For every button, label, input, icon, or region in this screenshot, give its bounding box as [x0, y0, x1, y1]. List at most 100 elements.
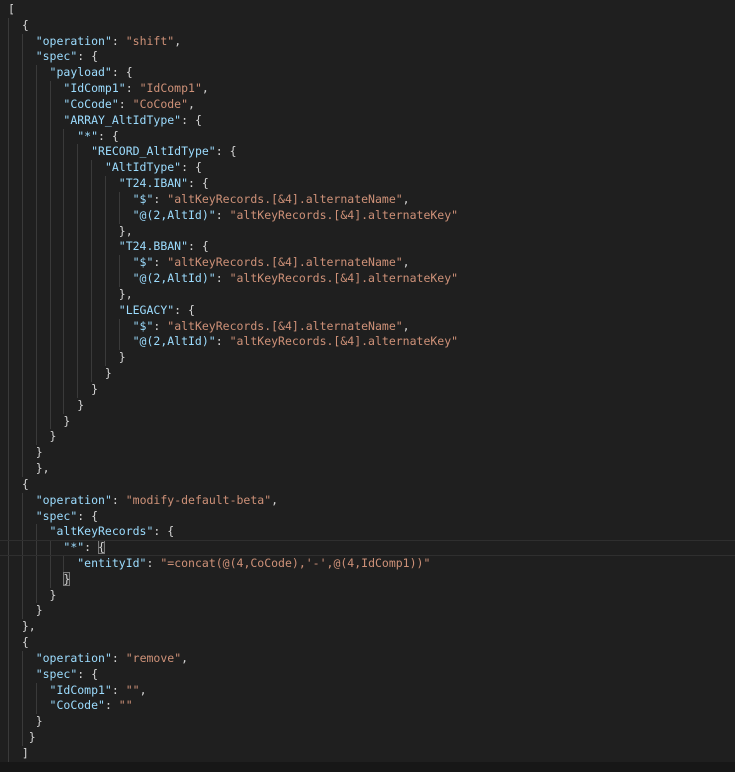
editor[interactable]: [ { "operation": "shift", "spec": { "pay…: [0, 0, 735, 762]
json-punctuation: :: [153, 192, 167, 206]
code-line[interactable]: }: [8, 445, 735, 461]
json-string: "altKeyRecords.[&4].alternateName": [167, 255, 402, 269]
code-line[interactable]: "@(2,AltId)": "altKeyRecords.[&4].altern…: [8, 208, 735, 224]
json-string: "modify-default-beta": [126, 493, 271, 507]
json-punctuation: :: [153, 255, 167, 269]
json-punctuation: : {: [181, 160, 202, 174]
code-line[interactable]: "AltIdType": {: [8, 160, 735, 176]
code-line[interactable]: "operation": "remove",: [8, 651, 735, 667]
json-key: "LEGACY": [119, 303, 174, 317]
code-line[interactable]: "operation": "modify-default-beta",: [8, 493, 735, 509]
code-line[interactable]: "LEGACY": {: [8, 303, 735, 319]
code-line[interactable]: },: [8, 287, 735, 303]
code-line[interactable]: "@(2,AltId)": "altKeyRecords.[&4].altern…: [8, 334, 735, 350]
json-punctuation: ,: [403, 255, 410, 269]
json-punctuation: [8, 524, 50, 538]
current-line-highlight: [0, 540, 735, 556]
json-punctuation: [8, 113, 63, 127]
json-punctuation: }: [8, 588, 56, 602]
code-line[interactable]: },: [8, 224, 735, 240]
json-key: "spec": [36, 667, 78, 681]
code-line[interactable]: }: [8, 414, 735, 430]
code-line[interactable]: "*": {: [8, 540, 735, 556]
json-key: "*": [77, 129, 98, 143]
code-line[interactable]: "CoCode": "CoCode",: [8, 97, 735, 113]
code-line[interactable]: }: [8, 350, 735, 366]
code-line[interactable]: "$": "altKeyRecords.[&4].alternateName",: [8, 192, 735, 208]
json-punctuation: [8, 129, 77, 143]
code-line[interactable]: "$": "altKeyRecords.[&4].alternateName",: [8, 255, 735, 271]
code-line[interactable]: {: [8, 18, 735, 34]
code-line[interactable]: }: [8, 429, 735, 445]
code-line[interactable]: {: [8, 635, 735, 651]
json-string: "altKeyRecords.[&4].alternateKey": [230, 271, 458, 285]
json-punctuation: [8, 509, 36, 523]
json-punctuation: :: [126, 81, 140, 95]
json-punctuation: },: [8, 461, 50, 475]
code-line[interactable]: }: [8, 572, 735, 588]
json-punctuation: ]: [8, 746, 29, 760]
editor-bottom-strip: [0, 762, 735, 772]
json-key: "payload": [50, 65, 112, 79]
code-line[interactable]: "$": "altKeyRecords.[&4].alternateName",: [8, 319, 735, 335]
json-punctuation: ,: [188, 97, 195, 111]
json-punctuation: [8, 192, 133, 206]
code-line[interactable]: }: [8, 382, 735, 398]
code-line[interactable]: "T24.BBAN": {: [8, 239, 735, 255]
json-key: "ARRAY_AltIdType": [63, 113, 181, 127]
json-punctuation: [8, 34, 36, 48]
json-punctuation: [8, 208, 133, 222]
code-line[interactable]: }: [8, 714, 735, 730]
json-bracket-match: {: [98, 540, 105, 554]
code-line[interactable]: "operation": "shift",: [8, 34, 735, 50]
code-line[interactable]: "spec": {: [8, 49, 735, 65]
json-key: "$": [133, 192, 154, 206]
json-punctuation: }: [8, 603, 43, 617]
code-line[interactable]: "IdComp1": "",: [8, 683, 735, 699]
code-line[interactable]: },: [8, 619, 735, 635]
code-line[interactable]: "RECORD_AltIdType": {: [8, 144, 735, 160]
code-line[interactable]: }: [8, 366, 735, 382]
json-punctuation: :: [119, 97, 133, 111]
json-punctuation: : {: [174, 303, 195, 317]
json-punctuation: [8, 144, 91, 158]
code-line[interactable]: "entityId": "=concat(@(4,CoCode),'-',@(4…: [8, 556, 735, 572]
code-line[interactable]: "T24.IBAN": {: [8, 176, 735, 192]
code-line[interactable]: "ARRAY_AltIdType": {: [8, 113, 735, 129]
code-line[interactable]: }: [8, 398, 735, 414]
code-line[interactable]: "payload": {: [8, 65, 735, 81]
json-punctuation: : {: [112, 65, 133, 79]
code-line[interactable]: }: [8, 730, 735, 746]
json-string: "": [119, 698, 133, 712]
code-line[interactable]: "@(2,AltId)": "altKeyRecords.[&4].altern…: [8, 271, 735, 287]
code-line[interactable]: }: [8, 603, 735, 619]
json-punctuation: :: [112, 683, 126, 697]
code-line[interactable]: "IdComp1": "IdComp1",: [8, 81, 735, 97]
code-line[interactable]: "spec": {: [8, 509, 735, 525]
json-punctuation: [8, 572, 63, 586]
json-punctuation: ,: [181, 651, 188, 665]
code-line[interactable]: "CoCode": "": [8, 698, 735, 714]
code-line[interactable]: },: [8, 461, 735, 477]
json-key: "AltIdType": [105, 160, 181, 174]
code-editor-window: [ { "operation": "shift", "spec": { "pay…: [0, 0, 735, 772]
json-punctuation: }: [8, 414, 70, 428]
code-line[interactable]: }: [8, 588, 735, 604]
code-line[interactable]: "spec": {: [8, 667, 735, 683]
code-line[interactable]: {: [8, 477, 735, 493]
json-punctuation: [8, 683, 50, 697]
json-punctuation: [8, 334, 133, 348]
json-string: "remove": [126, 651, 181, 665]
json-punctuation: }: [8, 445, 43, 459]
code-line[interactable]: "altKeyRecords": {: [8, 524, 735, 540]
code-line[interactable]: [: [8, 2, 735, 18]
json-punctuation: : {: [77, 667, 98, 681]
json-punctuation: },: [8, 619, 36, 633]
json-key: "spec": [36, 509, 78, 523]
code-line[interactable]: ]: [8, 746, 735, 762]
json-punctuation: ,: [202, 81, 209, 95]
json-punctuation: ,: [403, 192, 410, 206]
json-punctuation: [8, 651, 36, 665]
code-line[interactable]: "*": {: [8, 129, 735, 145]
json-punctuation: [8, 319, 133, 333]
